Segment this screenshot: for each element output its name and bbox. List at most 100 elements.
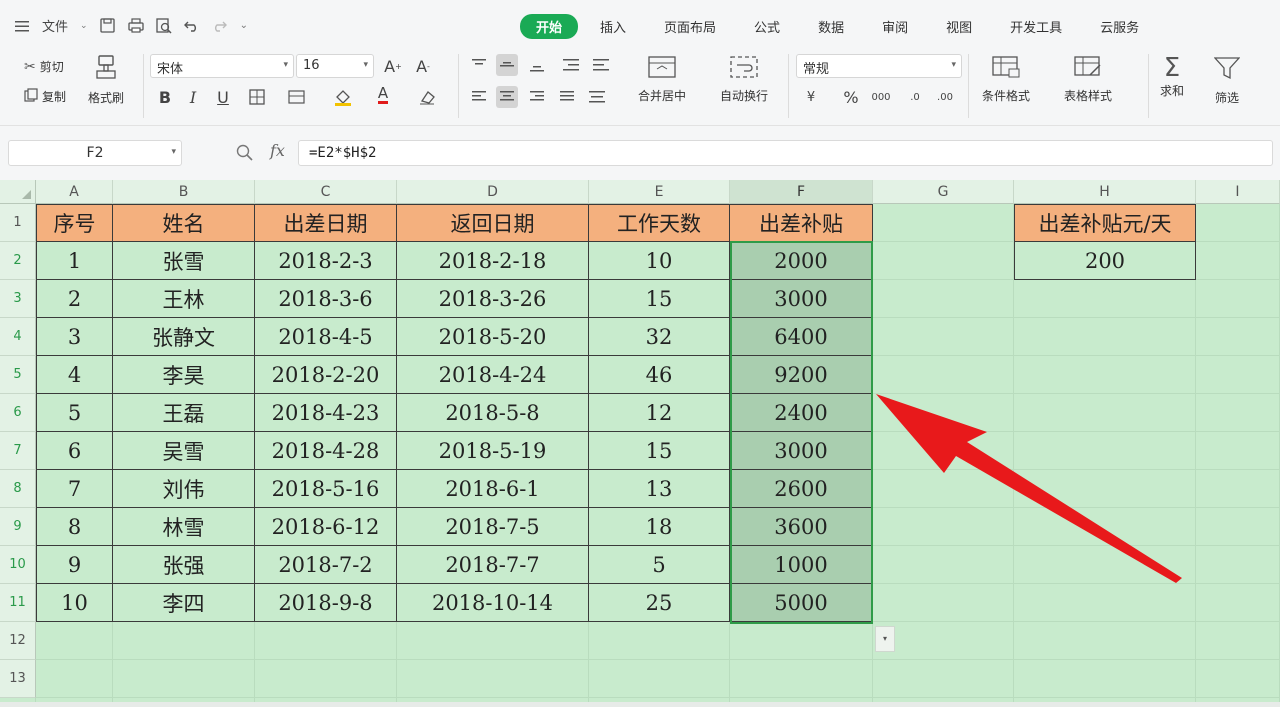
table-cell[interactable]: 18 <box>589 508 730 546</box>
table-cell[interactable]: 9200 <box>730 356 873 394</box>
align-top-icon[interactable] <box>468 54 490 76</box>
select-all-corner[interactable] <box>0 180 36 204</box>
table-cell[interactable]: 张强 <box>113 546 255 584</box>
align-bottom-icon[interactable] <box>526 54 548 76</box>
format-painter-button[interactable]: 格式刷 <box>88 54 124 106</box>
table-cell[interactable]: 8 <box>36 508 113 546</box>
row-header-10[interactable]: 10 <box>0 546 36 584</box>
conditional-format-button[interactable]: 条件格式 <box>982 56 1030 104</box>
bold-icon[interactable]: B <box>154 86 176 108</box>
tab-developer[interactable]: 开发工具 <box>994 14 1078 39</box>
table-cell[interactable]: 5 <box>589 546 730 584</box>
clear-format-icon[interactable] <box>416 86 438 108</box>
insert-function-icon[interactable]: fx <box>270 141 285 160</box>
table-cell[interactable]: 10 <box>589 242 730 280</box>
table-cell[interactable]: 李四 <box>113 584 255 622</box>
table-cell[interactable]: 13 <box>589 470 730 508</box>
row-header-1[interactable]: 1 <box>0 204 36 242</box>
sum-button[interactable]: Σ 求和 <box>1160 54 1184 99</box>
column-header-i[interactable]: I <box>1196 180 1280 204</box>
table-cell[interactable]: 5000 <box>730 584 873 622</box>
row-header-7[interactable]: 7 <box>0 432 36 470</box>
formula-input[interactable]: =E2*$H$2 <box>298 140 1273 166</box>
table-cell[interactable]: 2018-5-16 <box>255 470 397 508</box>
copy-button[interactable]: 复制 <box>24 88 66 105</box>
wrap-text-button[interactable]: 自动换行 <box>720 56 768 104</box>
table-cell[interactable]: 2018-3-26 <box>397 280 589 318</box>
tab-review[interactable]: 审阅 <box>866 14 924 39</box>
indent-icon[interactable] <box>560 54 582 76</box>
cell-header-rate[interactable]: 出差补贴元/天 <box>1014 204 1196 242</box>
number-format-select[interactable]: 常规 ▾ <box>796 54 962 78</box>
percent-icon[interactable]: % <box>840 86 862 108</box>
table-cell[interactable]: 9 <box>36 546 113 584</box>
table-cell[interactable]: 3000 <box>730 280 873 318</box>
table-cell[interactable]: 10 <box>36 584 113 622</box>
align-left-icon[interactable] <box>468 86 490 108</box>
table-cell[interactable]: 刘伟 <box>113 470 255 508</box>
thousands-separator-icon[interactable]: 000 <box>870 86 892 108</box>
table-cell[interactable]: 2018-4-23 <box>255 394 397 432</box>
table-cell[interactable]: 王磊 <box>113 394 255 432</box>
redo-icon[interactable] <box>212 18 228 34</box>
autofill-options-button[interactable]: ▾ <box>875 626 895 652</box>
table-cell[interactable]: 3000 <box>730 432 873 470</box>
cell-style-icon[interactable] <box>286 86 308 108</box>
tab-data[interactable]: 数据 <box>802 14 860 39</box>
row-header-8[interactable]: 8 <box>0 470 36 508</box>
font-color-icon[interactable]: A <box>372 84 394 106</box>
table-cell[interactable]: 2018-9-8 <box>255 584 397 622</box>
table-cell[interactable]: 2018-4-5 <box>255 318 397 356</box>
align-middle-icon[interactable] <box>496 54 518 76</box>
row-header-6[interactable]: 6 <box>0 394 36 432</box>
table-cell[interactable]: 2018-7-5 <box>397 508 589 546</box>
zoom-magnifier-icon[interactable] <box>236 144 254 166</box>
table-cell[interactable]: 3600 <box>730 508 873 546</box>
table-cell[interactable]: 2018-6-12 <box>255 508 397 546</box>
tab-page-layout[interactable]: 页面布局 <box>648 14 732 39</box>
table-cell[interactable]: 2018-7-7 <box>397 546 589 584</box>
customize-toolbar-icon[interactable]: ⌄ <box>240 20 248 31</box>
table-cell[interactable]: 2000 <box>730 242 873 280</box>
table-cell[interactable]: 3 <box>36 318 113 356</box>
table-cell[interactable]: 2018-5-19 <box>397 432 589 470</box>
table-cell[interactable]: 2018-2-18 <box>397 242 589 280</box>
font-name-select[interactable]: 宋体 ▾ <box>150 54 294 78</box>
table-cell[interactable]: 32 <box>589 318 730 356</box>
table-cell[interactable]: 李昊 <box>113 356 255 394</box>
row-header-13[interactable]: 13 <box>0 660 36 698</box>
increase-font-size-icon[interactable]: A + <box>382 55 404 77</box>
justify-icon[interactable] <box>556 86 578 108</box>
column-header-h[interactable]: H <box>1014 180 1196 204</box>
table-cell[interactable]: 25 <box>589 584 730 622</box>
table-cell[interactable]: 2018-4-28 <box>255 432 397 470</box>
merge-center-button[interactable]: 合并居中 <box>638 56 686 104</box>
table-cell[interactable]: 12 <box>589 394 730 432</box>
hamburger-menu-icon[interactable] <box>14 18 30 34</box>
row-header-3[interactable]: 3 <box>0 280 36 318</box>
row-header-5[interactable]: 5 <box>0 356 36 394</box>
font-size-select[interactable]: 16 ▾ <box>296 54 374 78</box>
table-cell[interactable]: 15 <box>589 432 730 470</box>
table-cell[interactable]: 张雪 <box>113 242 255 280</box>
table-cell[interactable]: 2 <box>36 280 113 318</box>
table-cell[interactable]: 2400 <box>730 394 873 432</box>
cell-header-name[interactable]: 姓名 <box>113 204 255 242</box>
row-header-11[interactable]: 11 <box>0 584 36 622</box>
fill-color-icon[interactable] <box>332 86 354 108</box>
column-header-g[interactable]: G <box>873 180 1014 204</box>
cell-header-index[interactable]: 序号 <box>36 204 113 242</box>
currency-icon[interactable]: ¥ <box>800 86 822 108</box>
row-header-2[interactable]: 2 <box>0 242 36 280</box>
tab-view[interactable]: 视图 <box>930 14 988 39</box>
print-icon[interactable] <box>127 18 144 34</box>
table-cell[interactable]: 2018-5-20 <box>397 318 589 356</box>
tab-insert[interactable]: 插入 <box>584 14 642 39</box>
name-box[interactable]: F2 ▾ <box>8 140 182 166</box>
table-cell[interactable]: 5 <box>36 394 113 432</box>
spreadsheet-grid[interactable]: A B C D E F G H I 1 2 3 4 5 6 7 8 9 10 11 12 13 序号 姓名 出差日期 返回日期 工作… <box>0 180 1280 702</box>
cell-header-depart-date[interactable]: 出差日期 <box>255 204 397 242</box>
table-cell[interactable]: 2600 <box>730 470 873 508</box>
table-cell[interactable]: 2018-7-2 <box>255 546 397 584</box>
row-header-12[interactable]: 12 <box>0 622 36 660</box>
